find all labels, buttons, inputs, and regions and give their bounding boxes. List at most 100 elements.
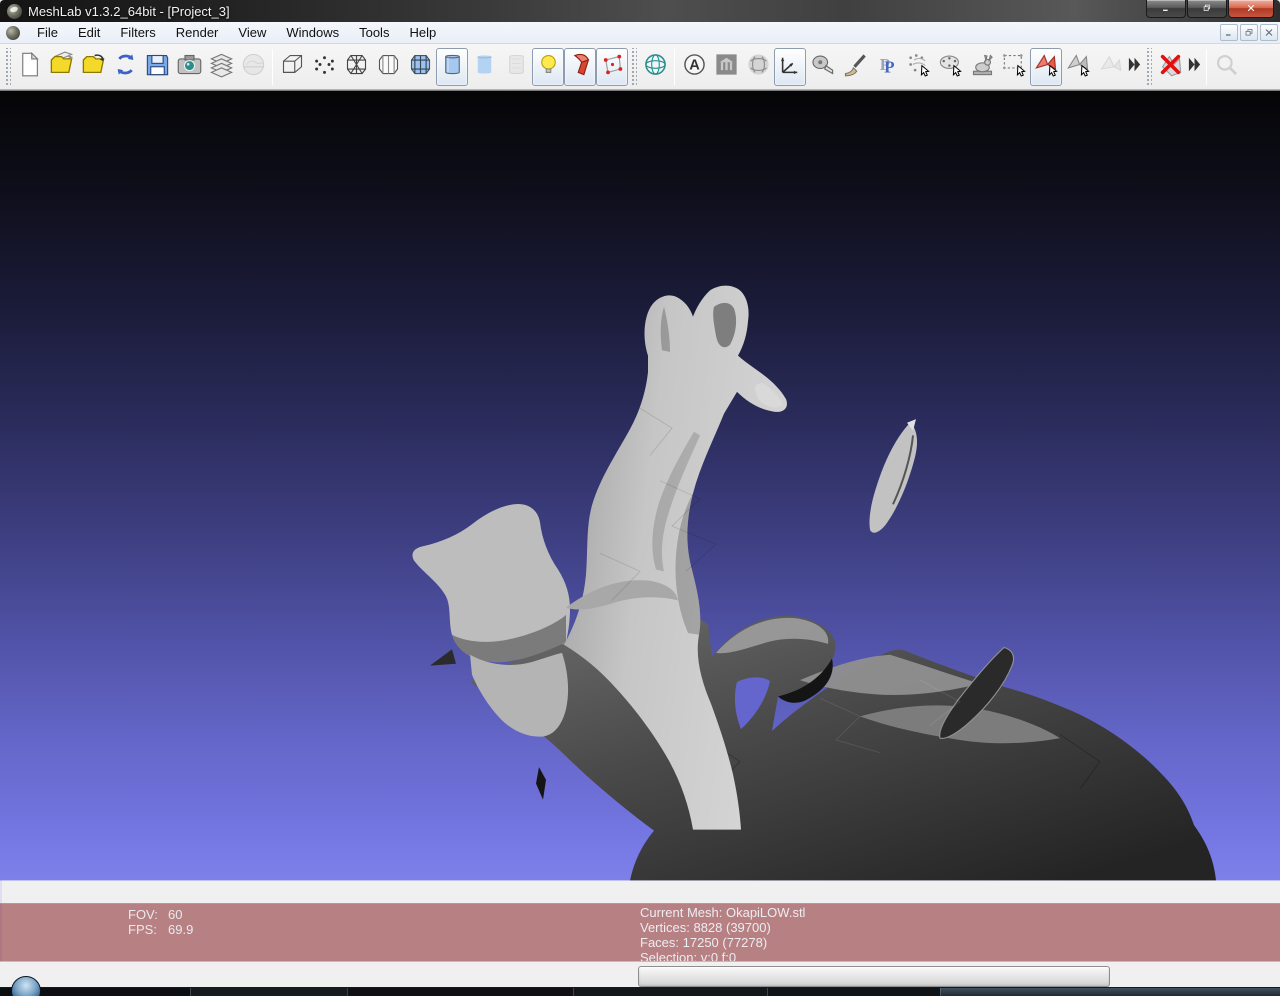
render-flat-button[interactable] <box>436 47 468 86</box>
fov-value: 60 <box>168 907 183 922</box>
bbox-icon <box>279 51 306 83</box>
select-connected-button[interactable] <box>1062 48 1094 86</box>
render-smooth-button[interactable] <box>468 48 500 86</box>
menu-view[interactable]: View <box>228 22 276 43</box>
menu-help[interactable]: Help <box>399 22 446 43</box>
snapshot-button[interactable] <box>173 48 205 86</box>
restore-icon <box>1201 0 1213 18</box>
menu-windows[interactable]: Windows <box>276 22 349 43</box>
child-close-button[interactable] <box>1260 24 1278 41</box>
progress-bar <box>638 966 1110 987</box>
mesh-pick-icon <box>937 51 964 83</box>
close-icon <box>1245 0 1257 18</box>
vertices-text: Vertices: 8828 (39700) <box>640 920 771 935</box>
window-restore-button[interactable] <box>1187 0 1227 18</box>
child-restore-button[interactable] <box>1240 24 1258 41</box>
new-project-button[interactable] <box>13 48 45 86</box>
measure-tool-button[interactable] <box>806 48 838 86</box>
menu-tools[interactable]: Tools <box>349 22 399 43</box>
rect-select-icon <box>1001 51 1028 83</box>
render-wireframe-button[interactable] <box>340 48 372 86</box>
vertex-dots-icon <box>599 51 626 83</box>
toolbar-drag-handle[interactable] <box>630 47 637 86</box>
double-side-lighting-button[interactable] <box>564 47 596 86</box>
search-filter-button <box>1210 48 1242 86</box>
hidden-lines-icon <box>375 51 402 83</box>
point-pick-icon <box>905 51 932 83</box>
new-document-icon <box>16 51 43 83</box>
smooth-icon <box>471 51 498 83</box>
texture-tool-button[interactable] <box>742 48 774 86</box>
snapshot-icon <box>176 51 203 83</box>
windows-taskbar[interactable] <box>0 976 1280 996</box>
minimize-icon <box>1160 0 1172 18</box>
render-hidden-lines-button[interactable] <box>372 48 404 86</box>
menu-edit[interactable]: Edit <box>68 22 110 43</box>
import-mesh-icon <box>80 51 107 83</box>
axes-icon <box>777 51 804 83</box>
taskbar-window-button[interactable] <box>347 988 573 996</box>
status-bar <box>0 961 1280 988</box>
close-icon <box>1264 24 1274 42</box>
toolbar-drag-handle[interactable] <box>4 47 11 86</box>
window-close-button[interactable] <box>1228 0 1274 18</box>
select-faces-button[interactable] <box>1030 47 1062 86</box>
render-points-button[interactable] <box>308 48 340 86</box>
toolbar-overflow-2-button[interactable] <box>1186 48 1203 86</box>
align-tool-button[interactable] <box>710 48 742 86</box>
window-controls <box>1145 0 1274 18</box>
toolbar-overflow-1-button[interactable] <box>1126 48 1143 86</box>
menu-filters[interactable]: Filters <box>110 22 165 43</box>
taskbar-tray[interactable] <box>940 988 1280 996</box>
toolbar-separator <box>272 48 273 85</box>
child-window-controls <box>1218 24 1278 41</box>
svg-text:A: A <box>689 57 700 73</box>
import-mesh-button[interactable] <box>77 48 109 86</box>
title-bar[interactable]: MeshLab v1.3.2_64bit - [Project_3] <box>0 0 1280 22</box>
rect-select-button[interactable] <box>998 48 1030 86</box>
fps-value: 69.9 <box>168 922 194 937</box>
flat-icon <box>439 51 466 83</box>
layers-icon <box>208 51 235 83</box>
show-layer-dialog-button[interactable] <box>205 48 237 86</box>
show-vertex-dots-button[interactable] <box>596 47 628 86</box>
menu-file[interactable]: File <box>27 22 68 43</box>
delete-x-icon <box>1157 51 1184 83</box>
trackball-button[interactable] <box>639 48 671 86</box>
red-wedge-icon <box>567 51 594 83</box>
flat-lines-icon <box>407 51 434 83</box>
quality-mapper-button[interactable]: PP <box>870 48 902 86</box>
building-icon <box>713 51 740 83</box>
fps-label: FPS: <box>128 922 157 937</box>
render-texture-button <box>500 48 532 86</box>
reload-mesh-button[interactable] <box>109 48 141 86</box>
menu-items: File Edit Filters Render View Windows Tools Hel… <box>27 22 446 43</box>
toggle-light-button[interactable] <box>532 47 564 86</box>
taskbar-window-button[interactable] <box>190 988 347 996</box>
light-icon <box>535 51 562 83</box>
open-project-button[interactable] <box>45 48 77 86</box>
render-bbox-button[interactable] <box>276 48 308 86</box>
taskbar-window-button[interactable] <box>767 988 940 996</box>
show-axis-button[interactable] <box>774 47 806 86</box>
child-minimize-button[interactable] <box>1220 24 1238 41</box>
menu-bar: File Edit Filters Render View Windows Tools Hel… <box>0 22 1280 44</box>
annotations-button[interactable]: A <box>678 48 710 86</box>
trackball-icon <box>642 51 669 83</box>
toolbar-drag-handle[interactable] <box>1145 47 1152 86</box>
menu-render[interactable]: Render <box>166 22 229 43</box>
faded-face-icon <box>1097 51 1124 83</box>
taskbar-window-button[interactable] <box>573 988 767 996</box>
window-minimize-button[interactable] <box>1146 0 1186 18</box>
point-picking-button[interactable] <box>902 48 934 86</box>
webpage-icon <box>240 51 267 83</box>
viewport-3d[interactable]: FOV: 60 FPS: 69.9 Current Mesh: OkapiLOW.s… <box>0 90 1280 961</box>
pick-points-on-mesh-button[interactable] <box>934 48 966 86</box>
project-window-icon <box>6 25 20 40</box>
save-project-button[interactable] <box>141 48 173 86</box>
minimize-icon <box>1224 24 1234 42</box>
brush-icon <box>841 51 868 83</box>
paint-tool-button[interactable] <box>838 48 870 86</box>
render-flat-lines-button[interactable] <box>404 48 436 86</box>
sample-tool-button[interactable] <box>966 48 998 86</box>
